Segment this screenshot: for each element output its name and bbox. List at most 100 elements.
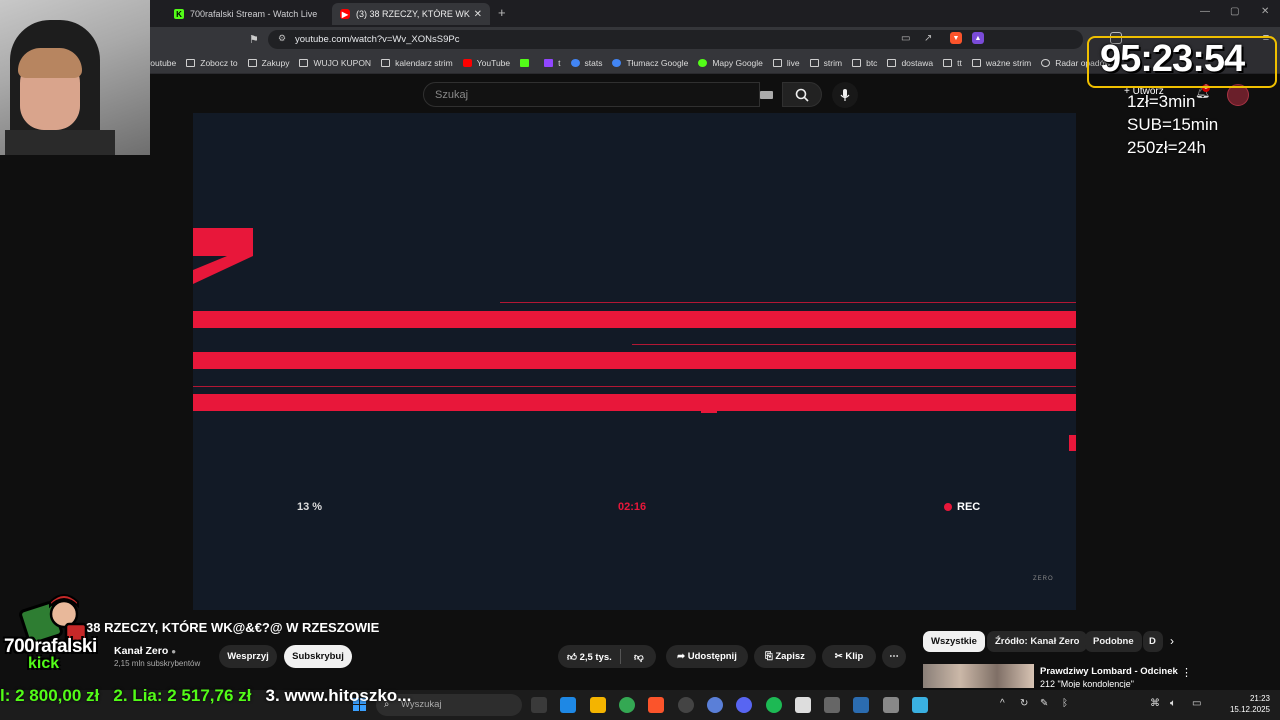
bookmark-tt[interactable]: tt [943, 58, 962, 68]
share-icon[interactable]: ↗ [924, 33, 932, 44]
voice-search-button[interactable] [832, 82, 858, 108]
share-label: Udostępnij [687, 651, 737, 662]
recommended-thumbnail[interactable] [923, 664, 1034, 688]
site-info-icon[interactable]: ⚙ [278, 33, 286, 44]
folder-icon [772, 58, 782, 67]
bookmark-stats[interactable]: stats [570, 58, 602, 68]
subathon-timer: 95:23:54 [1100, 38, 1245, 80]
tab-kick-stream[interactable]: K 700rafalski Stream - Watch Live on Kic… [166, 3, 326, 25]
more-actions-button[interactable]: ⋯ [882, 645, 906, 668]
url-text[interactable]: youtube.com/watch?v=Wv_XONsS9Pc [295, 34, 459, 45]
search-button[interactable] [782, 82, 822, 107]
folder-icon [943, 58, 953, 67]
brave-icon[interactable] [648, 697, 664, 713]
extension-icon[interactable]: ▲ [972, 32, 984, 44]
tray-sync-icon[interactable]: ↻ [1020, 698, 1028, 709]
ticker-entry: l: 2 800,00 zł [0, 686, 100, 705]
bluetooth-icon[interactable]: ᛒ [1062, 698, 1068, 709]
brave-shield-icon[interactable]: ▼ [950, 32, 962, 44]
bookmark-live[interactable]: live [772, 58, 800, 68]
recommended-title[interactable]: Prawdziwy Lombard - Odcinek [1040, 666, 1178, 677]
video-timecode: 02:16 [618, 501, 647, 513]
taskbar-clock[interactable]: 21:23 15.12.2025 [1226, 693, 1270, 715]
bookmark-twitch[interactable]: t [544, 58, 561, 68]
volume-icon[interactable]: 🔈︎ [1170, 698, 1176, 709]
folder-icon [809, 58, 819, 67]
search-input[interactable]: Szukaj [423, 82, 760, 107]
dislike-button[interactable]: 👎︎ [634, 651, 644, 663]
recommended-menu-icon[interactable]: ⋮ [1181, 666, 1192, 679]
chrome-icon[interactable] [619, 697, 635, 713]
bookmark-label: Zakupy [261, 57, 290, 68]
obs-icon[interactable] [678, 697, 694, 713]
file-explorer-icon[interactable] [590, 697, 606, 713]
bookmark-label: tt [957, 57, 962, 68]
cast-icon[interactable]: ▭ [901, 33, 910, 44]
channel-name[interactable]: Kanał Zero ● [114, 645, 176, 657]
scissors-icon: ✂ [834, 651, 846, 662]
task-view-icon[interactable] [531, 697, 547, 713]
chip-source[interactable]: Źródło: Kanał Zero [987, 631, 1088, 652]
bookmark-maps[interactable]: Mapy Google [698, 58, 763, 68]
chip-more[interactable]: D [1143, 631, 1163, 652]
bookmark-strim[interactable]: strim [809, 57, 843, 68]
bookmark-dostawa[interactable]: dostawa [887, 58, 933, 68]
share-icon: ➦ [677, 651, 688, 662]
app-icon[interactable] [853, 697, 869, 713]
bookmark-label: strim [823, 57, 843, 68]
widgets-icon[interactable] [560, 697, 576, 713]
video-player[interactable]: 13 % 02:16 REC ZERO [193, 113, 1076, 610]
tray-overflow-icon[interactable]: ^ [1000, 698, 1005, 709]
notepad-icon[interactable] [912, 697, 928, 713]
tab-strip: K 700rafalski Stream - Watch Live on Kic… [150, 0, 1280, 27]
bookmark-youtube[interactable]: youtube [150, 58, 176, 68]
clock-time: 21:23 [1249, 694, 1270, 703]
chip-all[interactable]: Wszystkie [923, 631, 985, 652]
bookmark-kick[interactable] [520, 58, 534, 67]
tab-title: (3) 38 RZECZY, KTÓRE WK@&€?@ W RZESZOWIE… [356, 9, 470, 19]
bookmark-translate[interactable]: Tłumacz Google [612, 58, 688, 68]
bookmark-label: Tłumacz Google [626, 57, 689, 68]
keyboard-icon[interactable] [760, 91, 773, 99]
tab-youtube-video[interactable]: ▶ (3) 38 RZECZY, KTÓRE WK@&€?@ W RZESZOW… [332, 3, 490, 25]
close-tab-icon[interactable]: ✕ [474, 9, 482, 20]
maximize-icon[interactable]: ▢ [1230, 6, 1239, 17]
app-icon[interactable] [883, 697, 899, 713]
divider [620, 649, 621, 664]
bookmark-zobocz[interactable]: Zobocz to [186, 58, 238, 68]
clip-button[interactable]: ✂ Klip [822, 645, 876, 668]
minimize-icon[interactable]: — [1200, 6, 1210, 17]
new-tab-button[interactable]: + [498, 5, 506, 20]
discord-icon[interactable] [736, 697, 752, 713]
save-button[interactable]: ⎘ Zapisz [754, 645, 816, 668]
thumbs-down-icon: 👎︎ [634, 651, 644, 663]
spotify-icon[interactable] [766, 697, 782, 713]
subscribe-button[interactable]: Subskrybuj [284, 645, 352, 668]
ticker-entry: 2. Lia: 2 517,76 zł [113, 686, 252, 705]
app-icon[interactable] [795, 697, 811, 713]
graphic-bar [193, 394, 1076, 411]
chevron-right-icon[interactable]: › [1170, 634, 1174, 648]
app-icon[interactable] [707, 697, 723, 713]
tray-pen-icon[interactable]: ✎ [1040, 698, 1048, 709]
calculator-icon[interactable] [824, 697, 840, 713]
close-window-icon[interactable]: ✕ [1261, 6, 1269, 17]
bookmark-youtube-2[interactable]: YouTube [462, 58, 510, 68]
bookmark-wujo-kupon[interactable]: WUJO KUPON [299, 58, 371, 68]
network-icon[interactable]: ⌘ [1150, 698, 1160, 709]
chip-similar[interactable]: Podobne [1085, 631, 1142, 652]
zero-logo-shape [193, 228, 253, 284]
youtube-icon [462, 58, 472, 67]
recommended-subtitle[interactable]: 212 "Moje kondolencje" [1040, 679, 1134, 688]
bookmark-zakupy[interactable]: Zakupy [247, 57, 290, 68]
bookmark-btc[interactable]: btc [852, 58, 877, 68]
bookmark-page-icon[interactable]: ⚑ [249, 33, 259, 46]
youtube-icon: ▶ [340, 9, 350, 19]
bookmark-kalendarz[interactable]: kalendarz strim [381, 58, 453, 68]
display-icon[interactable]: ▭ [1192, 698, 1201, 709]
like-button[interactable]: 👍︎ 2,5 tys. [567, 651, 612, 663]
join-button[interactable]: Wesprzyj [219, 645, 277, 668]
bookmark-wazne-strim[interactable]: ważne strim [971, 58, 1031, 68]
graphic-bar [193, 311, 1076, 328]
share-button[interactable]: ➦ Udostępnij [666, 645, 748, 668]
